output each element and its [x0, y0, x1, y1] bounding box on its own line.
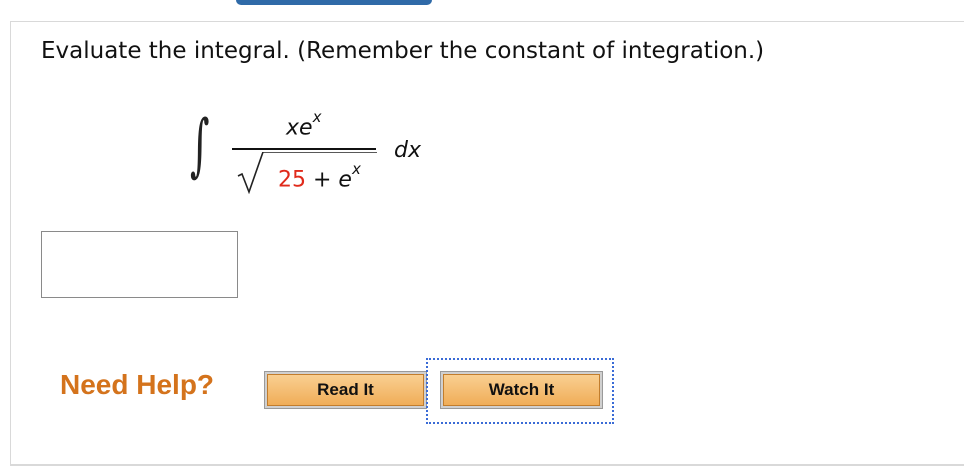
question-prompt: Evaluate the integral. (Remember the con… — [41, 38, 765, 64]
denominator-constant: 25 — [278, 167, 306, 193]
fraction-bar — [232, 148, 376, 150]
integrand-denominator: 25 + ex — [278, 160, 361, 193]
integral-expression: ∫ xex dx 25 + ex — [190, 108, 450, 208]
numerator-base: xe — [286, 115, 313, 141]
denominator-exponent: x — [351, 160, 361, 178]
panel-bottom-border — [10, 464, 964, 466]
answer-input[interactable] — [41, 231, 238, 298]
integrand-numerator: xex — [286, 108, 321, 141]
watch-it-button[interactable]: Watch It — [443, 374, 600, 406]
denominator-base: e — [338, 167, 352, 193]
read-it-button-frame: Read It — [264, 371, 427, 409]
panel-top-border — [10, 21, 964, 22]
numerator-exponent: x — [312, 108, 322, 126]
top-tab-indicator — [236, 0, 432, 5]
read-it-button[interactable]: Read It — [267, 374, 424, 406]
denominator-operator: + — [306, 167, 339, 193]
need-help-label: Need Help? — [60, 369, 215, 400]
integral-sign: ∫ — [190, 106, 210, 185]
panel-left-border — [10, 21, 11, 465]
watch-it-button-frame: Watch It — [440, 371, 603, 409]
differential: dx — [394, 138, 421, 163]
